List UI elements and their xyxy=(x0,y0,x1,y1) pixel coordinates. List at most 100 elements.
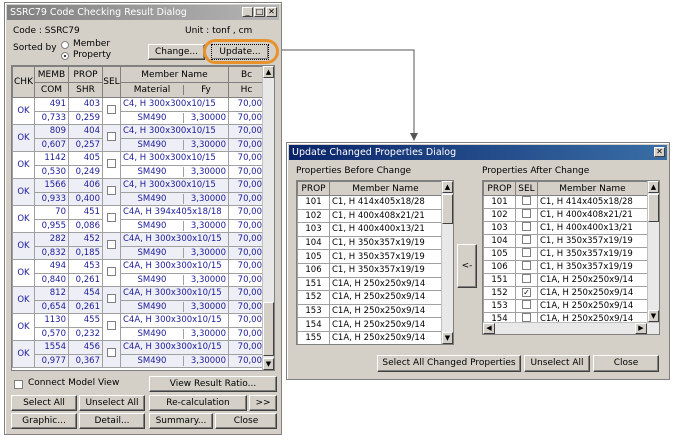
result-row-detail[interactable]: 0,607 0,257 SM490 3,30000 70,00 xyxy=(12,137,265,152)
after-select-checkbox[interactable] xyxy=(522,196,531,205)
after-scroll-up-icon[interactable]: ▲ xyxy=(648,181,659,193)
after-select-checkbox[interactable] xyxy=(522,248,531,257)
before-row[interactable]: 105 C1, H 350x357x19/19 xyxy=(297,249,442,264)
row-select-checkbox[interactable] xyxy=(107,105,116,114)
connect-model-view-checkbox[interactable] xyxy=(14,380,23,389)
bc-header[interactable]: Bc xyxy=(228,66,265,83)
sort-member-radio[interactable] xyxy=(61,41,69,49)
after-row[interactable]: 151 C1A, H 250x250x9/14 xyxy=(483,273,648,287)
row-select-checkbox[interactable] xyxy=(107,240,116,249)
before-row[interactable]: 102 C1, H 400x408x21/21 xyxy=(297,208,442,224)
before-vertical-scrollbar[interactable]: ▲ ▼ xyxy=(441,181,453,344)
before-row[interactable]: 152 C1A, H 250x250x9/14 xyxy=(297,290,442,305)
result-row[interactable]: OK 1130 455 C4A, H 300x300x10/15 70,00 xyxy=(12,313,265,341)
result-grid[interactable]: CHK MEMB PROP SEL Member Name Bc COM SHR… xyxy=(11,65,275,371)
row-select-checkbox[interactable] xyxy=(107,186,116,195)
after-row[interactable]: 106 C1, H 350x357x19/19 xyxy=(483,260,648,274)
before-row[interactable]: 154 C1A, H 250x250x9/14 xyxy=(297,317,442,332)
after-row[interactable]: 101 C1, H 414x405x18/28 xyxy=(483,195,648,209)
hc-header[interactable]: Hc xyxy=(228,82,265,98)
result-row[interactable]: OK 809 404 C4, H 300x300x10/15 70,00 xyxy=(12,124,265,152)
result-row-detail[interactable]: 0,733 0,259 SM490 3,30000 70,00 xyxy=(12,110,265,125)
view-result-ratio-button[interactable]: View Result Ratio... xyxy=(149,376,277,392)
result-row[interactable]: OK 494 453 C4A, H 300x300x10/15 70,00 xyxy=(12,259,265,287)
update-dialog-titlebar[interactable]: Update Changed Properties Dialog ✕ xyxy=(289,145,667,160)
result-row[interactable]: OK 1566 406 C4, H 300x300x10/15 70,00 xyxy=(12,178,265,206)
chk-header[interactable]: CHK xyxy=(12,66,35,98)
more-button[interactable]: >> xyxy=(249,395,277,411)
update-unselect-all-button[interactable]: Unselect All xyxy=(524,355,590,372)
after-scroll-right-icon[interactable]: ▶ xyxy=(635,323,647,334)
result-row[interactable]: OK 70 451 C4A, H 394x405x18/18 70,00 xyxy=(12,205,265,233)
after-row[interactable]: 102 C1, H 400x408x21/21 xyxy=(483,208,648,222)
fy-header[interactable]: Fy xyxy=(184,85,228,95)
after-select-checkbox[interactable]: ✓ xyxy=(522,287,531,297)
after-scroll-left-icon[interactable]: ◀ xyxy=(483,323,495,334)
row-select-checkbox[interactable] xyxy=(107,213,116,222)
after-select-checkbox[interactable] xyxy=(522,274,531,283)
before-scroll-up-icon[interactable]: ▲ xyxy=(442,181,453,193)
com-header[interactable]: COM xyxy=(34,82,69,98)
result-row-detail[interactable]: 0,570 0,232 SM490 3,30000 70,00 xyxy=(12,326,265,341)
member-name-header[interactable]: Member Name xyxy=(120,66,229,83)
row-select-checkbox[interactable] xyxy=(107,267,116,276)
update-close-button[interactable]: Close xyxy=(593,355,659,372)
result-row[interactable]: OK 1554 456 C4A, H 300x300x10/15 70,00 xyxy=(12,340,265,368)
row-select-checkbox[interactable] xyxy=(107,348,116,357)
prop-header[interactable]: PROP xyxy=(68,66,103,83)
summary-button[interactable]: Summary... xyxy=(149,413,213,429)
after-horizontal-scrollbar[interactable]: ◀ ▶ xyxy=(483,322,659,334)
close-icon[interactable]: ✕ xyxy=(266,7,277,17)
scroll-up-icon[interactable]: ▲ xyxy=(263,66,274,78)
maximize-icon[interactable]: □ xyxy=(254,7,265,17)
after-scroll-down-icon[interactable]: ▼ xyxy=(648,310,659,322)
select-all-changed-button[interactable]: Select All Changed Properties xyxy=(377,355,521,372)
after-scroll-thumb[interactable] xyxy=(648,194,659,222)
after-select-checkbox[interactable] xyxy=(522,235,531,244)
result-row-detail[interactable]: 0,832 0,185 SM490 3,30000 70,00 xyxy=(12,245,265,260)
before-row[interactable]: 151 C1A, H 250x250x9/14 xyxy=(297,276,442,292)
result-row[interactable]: OK 812 454 C4A, H 300x300x10/15 70,00 xyxy=(12,286,265,314)
memb-header[interactable]: MEMB xyxy=(34,66,69,83)
material-header[interactable]: Material xyxy=(122,85,184,95)
copy-to-before-button[interactable]: <- xyxy=(457,244,477,288)
result-row-detail[interactable]: 0,955 0,086 SM490 3,30000 70,00 xyxy=(12,218,265,233)
result-vertical-scrollbar[interactable]: ▲ ▼ xyxy=(262,66,274,370)
before-scroll-down-icon[interactable]: ▼ xyxy=(442,332,453,344)
select-all-button[interactable]: Select All xyxy=(11,395,77,411)
after-grid[interactable]: PROP SEL Member Name 101 C1, H 414x405x18… xyxy=(482,180,660,335)
before-prop-header[interactable]: PROP xyxy=(297,181,330,196)
graphic-button[interactable]: Graphic... xyxy=(11,413,77,429)
after-row[interactable]: 152 ✓ C1A, H 250x250x9/14 xyxy=(483,286,648,300)
before-row[interactable]: 104 C1, H 350x357x19/19 xyxy=(297,235,442,251)
after-select-checkbox[interactable] xyxy=(522,209,531,218)
recalculation-button[interactable]: Re-calculation xyxy=(149,395,247,411)
after-select-checkbox[interactable] xyxy=(522,222,531,231)
unselect-all-button[interactable]: Unselect All xyxy=(79,395,145,411)
sel-header[interactable]: SEL xyxy=(102,66,121,98)
result-row-detail[interactable]: 0,977 0,367 SM490 3,30000 70,00 xyxy=(12,353,265,368)
result-row-detail[interactable]: 0,654 0,261 SM490 3,30000 70,00 xyxy=(12,299,265,314)
after-prop-header[interactable]: PROP xyxy=(483,181,516,196)
update-close-icon[interactable]: ✕ xyxy=(654,147,665,157)
after-select-checkbox[interactable] xyxy=(522,300,531,309)
before-row[interactable]: 106 C1, H 350x357x19/19 xyxy=(297,262,442,278)
before-row[interactable]: 153 C1A, H 250x250x9/14 xyxy=(297,303,442,319)
result-row[interactable]: OK 282 452 C4A, H 300x300x10/15 70,00 xyxy=(12,232,265,260)
after-row[interactable]: 103 C1, H 400x400x13/21 xyxy=(483,221,648,235)
close-button[interactable]: Close xyxy=(215,413,277,429)
main-dialog-titlebar[interactable]: SSRC79 Code Checking Result Dialog _ □ ✕ xyxy=(7,5,279,20)
after-row[interactable]: 104 C1, H 350x357x19/19 xyxy=(483,234,648,248)
result-row[interactable]: OK 491 403 C4, H 300x300x10/15 70,00 xyxy=(12,97,265,125)
after-row[interactable]: 105 C1, H 350x357x19/19 xyxy=(483,247,648,261)
row-select-checkbox[interactable] xyxy=(107,294,116,303)
shr-header[interactable]: SHR xyxy=(68,82,103,98)
row-select-checkbox[interactable] xyxy=(107,159,116,168)
before-name-header[interactable]: Member Name xyxy=(329,181,442,196)
detail-button[interactable]: Detail... xyxy=(79,413,145,429)
change-button[interactable]: Change... xyxy=(148,44,205,60)
before-row[interactable]: 101 C1, H 414x405x18/28 xyxy=(297,195,442,210)
result-row[interactable]: OK 1142 405 C4, H 300x300x10/15 70,00 xyxy=(12,151,265,179)
before-scroll-thumb[interactable] xyxy=(442,194,453,224)
row-select-checkbox[interactable] xyxy=(107,321,116,330)
